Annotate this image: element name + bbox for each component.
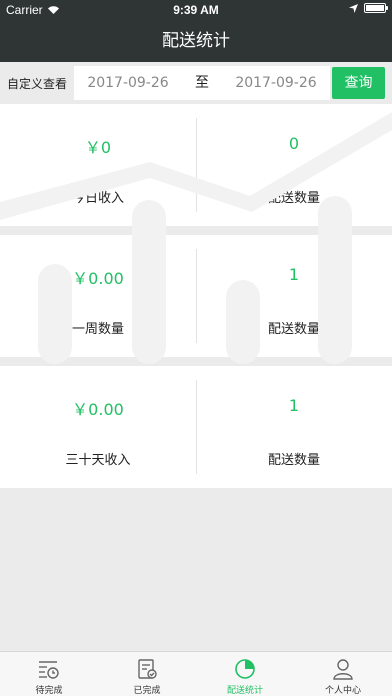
tab-completed[interactable]: 已完成 xyxy=(98,652,196,696)
custom-view-label: 自定义查看 xyxy=(7,77,68,91)
stats-card-week: ￥0.00 一周数量 1 配送数量 xyxy=(0,235,392,357)
income-value: ￥0.00 xyxy=(72,400,124,419)
stat-cell: 1 配送数量 xyxy=(196,235,392,357)
end-date-field[interactable]: 2017-09-26 xyxy=(222,66,330,100)
stats-card-today: ￥0 今日收入 0 配送数量 xyxy=(0,104,392,226)
income-value: ￥0 xyxy=(84,138,112,157)
delivery-count-caption: 配送数量 xyxy=(267,191,320,206)
page-title: 配送统计 xyxy=(162,31,230,51)
start-date-field[interactable]: 2017-09-26 xyxy=(74,66,182,100)
date-range-separator: 至 xyxy=(182,66,222,100)
tab-label: 配送统计 xyxy=(226,686,263,696)
pending-icon xyxy=(39,661,59,679)
user-icon xyxy=(333,659,353,680)
completed-icon xyxy=(138,659,157,679)
stat-cell: 1 配送数量 xyxy=(196,366,392,488)
query-button[interactable]: 查询 xyxy=(332,67,385,99)
delivery-count-value: 1 xyxy=(288,265,300,284)
tab-profile[interactable]: 个人中心 xyxy=(294,652,392,696)
delivery-count-value: 0 xyxy=(288,134,300,153)
status-bar: Carrier 9:39 AM xyxy=(0,0,392,20)
tab-bar: 待完成 已完成 配送统计 个人中心 xyxy=(0,651,392,696)
stat-cell: ￥0 今日收入 xyxy=(0,104,196,226)
pie-chart-icon xyxy=(235,659,255,679)
stat-cell: ￥0.00 一周数量 xyxy=(0,235,196,357)
delivery-count-caption: 配送数量 xyxy=(267,453,320,468)
nav-bar: 配送统计 xyxy=(0,20,392,62)
delivery-count-value: 1 xyxy=(288,396,300,415)
tab-label: 个人中心 xyxy=(324,686,361,696)
income-value: ￥0.00 xyxy=(72,269,124,288)
tab-label: 待完成 xyxy=(35,686,63,696)
tab-label: 已完成 xyxy=(133,686,161,696)
tab-pending[interactable]: 待完成 xyxy=(0,652,98,696)
date-filter-bar: 自定义查看 2017-09-26 至 2017-09-26 查询 xyxy=(0,62,392,104)
stat-cell: 0 配送数量 xyxy=(196,104,392,226)
battery-icon xyxy=(364,3,388,13)
clock: 9:39 AM xyxy=(173,3,219,17)
income-caption: 一周数量 xyxy=(71,322,124,337)
tab-delivery-stats[interactable]: 配送统计 xyxy=(196,652,294,696)
income-caption: 今日收入 xyxy=(71,191,124,206)
stat-cell: ￥0.00 三十天收入 xyxy=(0,366,196,488)
location-arrow-icon xyxy=(349,3,358,13)
delivery-count-caption: 配送数量 xyxy=(267,322,320,337)
income-caption: 三十天收入 xyxy=(65,453,131,468)
stats-card-thirty-days: ￥0.00 三十天收入 1 配送数量 xyxy=(0,366,392,488)
